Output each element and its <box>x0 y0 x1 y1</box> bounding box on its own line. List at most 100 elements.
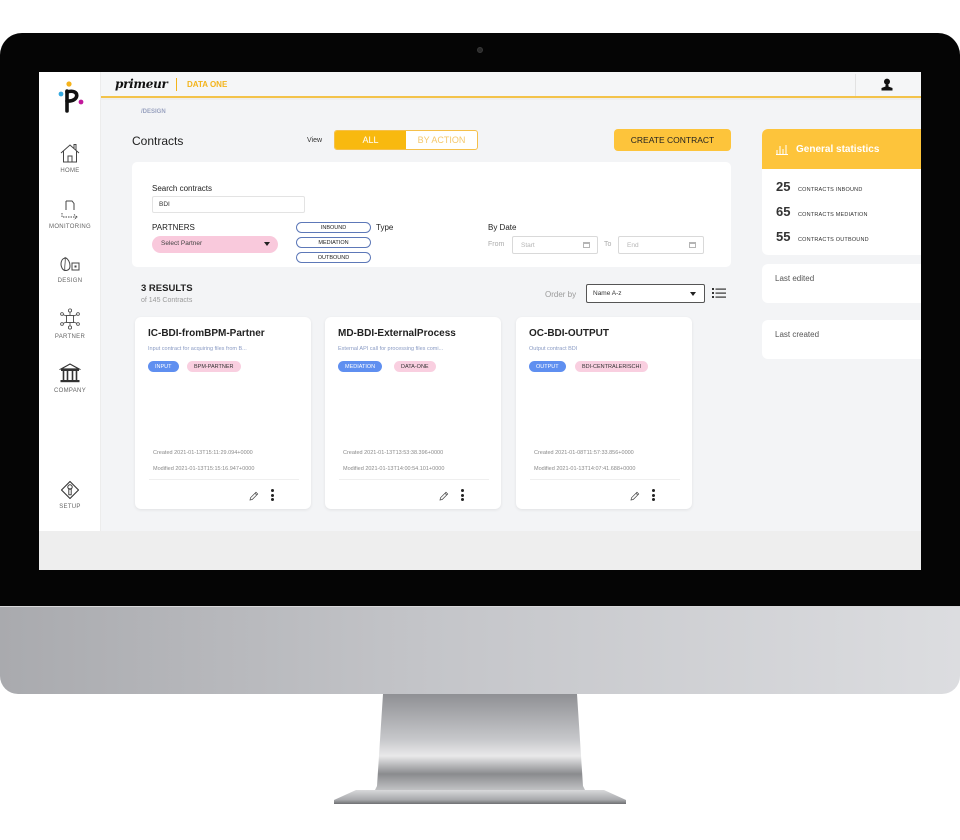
pencil-edit-icon[interactable] <box>439 491 449 501</box>
results-total: of 145 Contracts <box>141 297 193 304</box>
sidebar-item-home[interactable]: HOME <box>39 142 101 174</box>
stat-value: 55 <box>776 229 791 244</box>
contract-title: IC-BDI-fromBPM-Partner <box>148 328 265 339</box>
type-filter-mediation[interactable]: MEDIATION <box>296 237 371 248</box>
order-by-select[interactable]: Name A-z <box>586 284 705 303</box>
partner-network-icon <box>60 308 80 330</box>
sidebar: HOME MONITORING DESIGN PARTNER COMPANY S… <box>39 72 101 531</box>
type-label: Type <box>376 223 394 232</box>
last-created-panel[interactable]: Last created <box>762 320 921 359</box>
contract-description: Output contract BDI <box>529 346 578 352</box>
calendar-icon <box>583 242 590 248</box>
sidebar-item-monitoring[interactable]: MONITORING <box>39 198 101 230</box>
contract-modified-date: Modified 2021-01-13T14:07:41.688+0000 <box>534 466 636 472</box>
card-divider <box>530 479 680 480</box>
monitor-stand-base <box>334 790 626 804</box>
stat-label: CONTRACTS OUTBOUND <box>798 237 869 243</box>
sidebar-item-design[interactable]: DESIGN <box>39 254 101 284</box>
sidebar-item-partner[interactable]: PARTNER <box>39 308 101 340</box>
design-icon <box>60 256 80 272</box>
app-screen: HOME MONITORING DESIGN PARTNER COMPANY S… <box>39 72 921 570</box>
contract-created-date: Created 2021-01-08T11:57:33.856+0000 <box>534 450 634 456</box>
contract-modified-date: Modified 2021-01-13T15:15:16.947+0000 <box>153 466 255 472</box>
view-label: View <box>307 137 323 144</box>
end-date-placeholder: End <box>627 242 639 249</box>
contract-card[interactable]: MD-BDI-ExternalProcess External API call… <box>325 317 501 509</box>
main-content: /DESIGN Contracts View ALL BY ACTION CRE… <box>101 100 921 531</box>
setup-icon <box>60 480 80 500</box>
sidebar-item-label: DESIGN <box>57 278 83 284</box>
view-all-button[interactable]: ALL <box>335 131 406 149</box>
pencil-edit-icon[interactable] <box>249 491 259 501</box>
contract-created-date: Created 2021-01-13T13:53:38.396+0000 <box>343 450 444 456</box>
contract-partner-tag: DATA-ONE <box>394 361 436 372</box>
calendar-icon <box>689 242 696 248</box>
last-edited-panel[interactable]: Last edited <box>762 264 921 303</box>
stats-header: General statistics <box>762 129 921 169</box>
brand-divider <box>176 78 177 91</box>
contract-card[interactable]: IC-BDI-fromBPM-Partner Input contract fo… <box>135 317 311 509</box>
stat-row-inbound: 25 CONTRACTS INBOUND <box>776 179 863 194</box>
partner-select[interactable]: Select Partner <box>152 236 278 253</box>
general-statistics-panel: General statistics 25 CONTRACTS INBOUND … <box>762 129 921 255</box>
contract-title: MD-BDI-ExternalProcess <box>338 328 456 339</box>
list-view-icon[interactable] <box>712 287 726 299</box>
chevron-down-icon <box>690 292 696 296</box>
breadcrumb[interactable]: /DESIGN <box>141 109 166 115</box>
filter-panel: Search contracts BDI PARTNERS Select Par… <box>132 162 731 267</box>
type-filter-outbound[interactable]: OUTBOUND <box>296 252 371 263</box>
start-date-placeholder: Start <box>521 242 535 249</box>
primeur-logo-icon <box>58 81 84 113</box>
search-contracts-input[interactable]: BDI <box>152 196 305 213</box>
stat-value: 25 <box>776 179 791 194</box>
contract-type-tag: INPUT <box>148 361 179 372</box>
sidebar-item-company[interactable]: COMPANY <box>39 362 101 394</box>
partner-select-placeholder: Select Partner <box>161 240 203 247</box>
stat-row-outbound: 55 CONTRACTS OUTBOUND <box>776 229 869 244</box>
contract-card[interactable]: OC-BDI-OUTPUT Output contract BDI OUTPUT… <box>516 317 692 509</box>
product-name: DATA ONE <box>187 80 228 89</box>
end-date-input[interactable]: End <box>618 236 704 254</box>
more-options-icon[interactable] <box>271 489 275 501</box>
company-building-icon <box>59 363 81 383</box>
more-options-icon[interactable] <box>652 489 656 501</box>
pencil-edit-icon[interactable] <box>630 491 640 501</box>
stats-title: General statistics <box>796 143 880 155</box>
create-contract-button[interactable]: CREATE CONTRACT <box>614 129 731 151</box>
view-toggle: ALL BY ACTION <box>334 130 478 150</box>
view-by-action-button[interactable]: BY ACTION <box>406 131 477 149</box>
last-edited-title: Last edited <box>775 274 815 283</box>
screen-bottom-area <box>39 531 921 570</box>
brand-logo[interactable]: primeur <box>115 77 168 91</box>
from-label: From <box>488 241 505 248</box>
page-title: Contracts <box>132 134 184 148</box>
home-icon <box>60 144 80 163</box>
contract-description: Input contract for acquiring files from … <box>148 346 247 352</box>
card-divider <box>149 479 299 480</box>
start-date-input[interactable]: Start <box>512 236 598 254</box>
topbar-divider <box>855 74 856 96</box>
sidebar-item-setup[interactable]: SETUP <box>39 480 101 510</box>
more-options-icon[interactable] <box>461 489 465 501</box>
contract-created-date: Created 2021-01-13T15:11:29.094+0000 <box>153 450 253 456</box>
type-filter-inbound[interactable]: INBOUND <box>296 222 371 233</box>
user-account-icon[interactable] <box>881 78 893 91</box>
stat-value: 65 <box>776 204 791 219</box>
order-by-value: Name A-z <box>593 290 622 297</box>
contract-partner-tag: BPM-PARTNER <box>187 361 241 372</box>
contract-partner-tag: BDI-CENTRALERISCHI <box>575 361 648 372</box>
partners-label: PARTNERS <box>152 223 195 232</box>
by-date-label: By Date <box>488 223 517 232</box>
monitoring-icon <box>61 200 78 220</box>
stat-label: CONTRACTS INBOUND <box>798 187 863 193</box>
sidebar-item-label: SETUP <box>59 504 81 510</box>
contract-type-tag: MEDIATION <box>338 361 383 372</box>
monitor-chin <box>0 606 960 694</box>
contract-modified-date: Modified 2021-01-13T14:00:54.101+0000 <box>343 466 445 472</box>
chevron-down-icon <box>264 242 270 246</box>
contract-description: External API call for processing files c… <box>338 346 444 352</box>
contract-title: OC-BDI-OUTPUT <box>529 328 609 339</box>
order-by-label: Order by <box>545 290 577 299</box>
bar-chart-icon <box>776 144 788 155</box>
card-divider <box>339 479 489 480</box>
